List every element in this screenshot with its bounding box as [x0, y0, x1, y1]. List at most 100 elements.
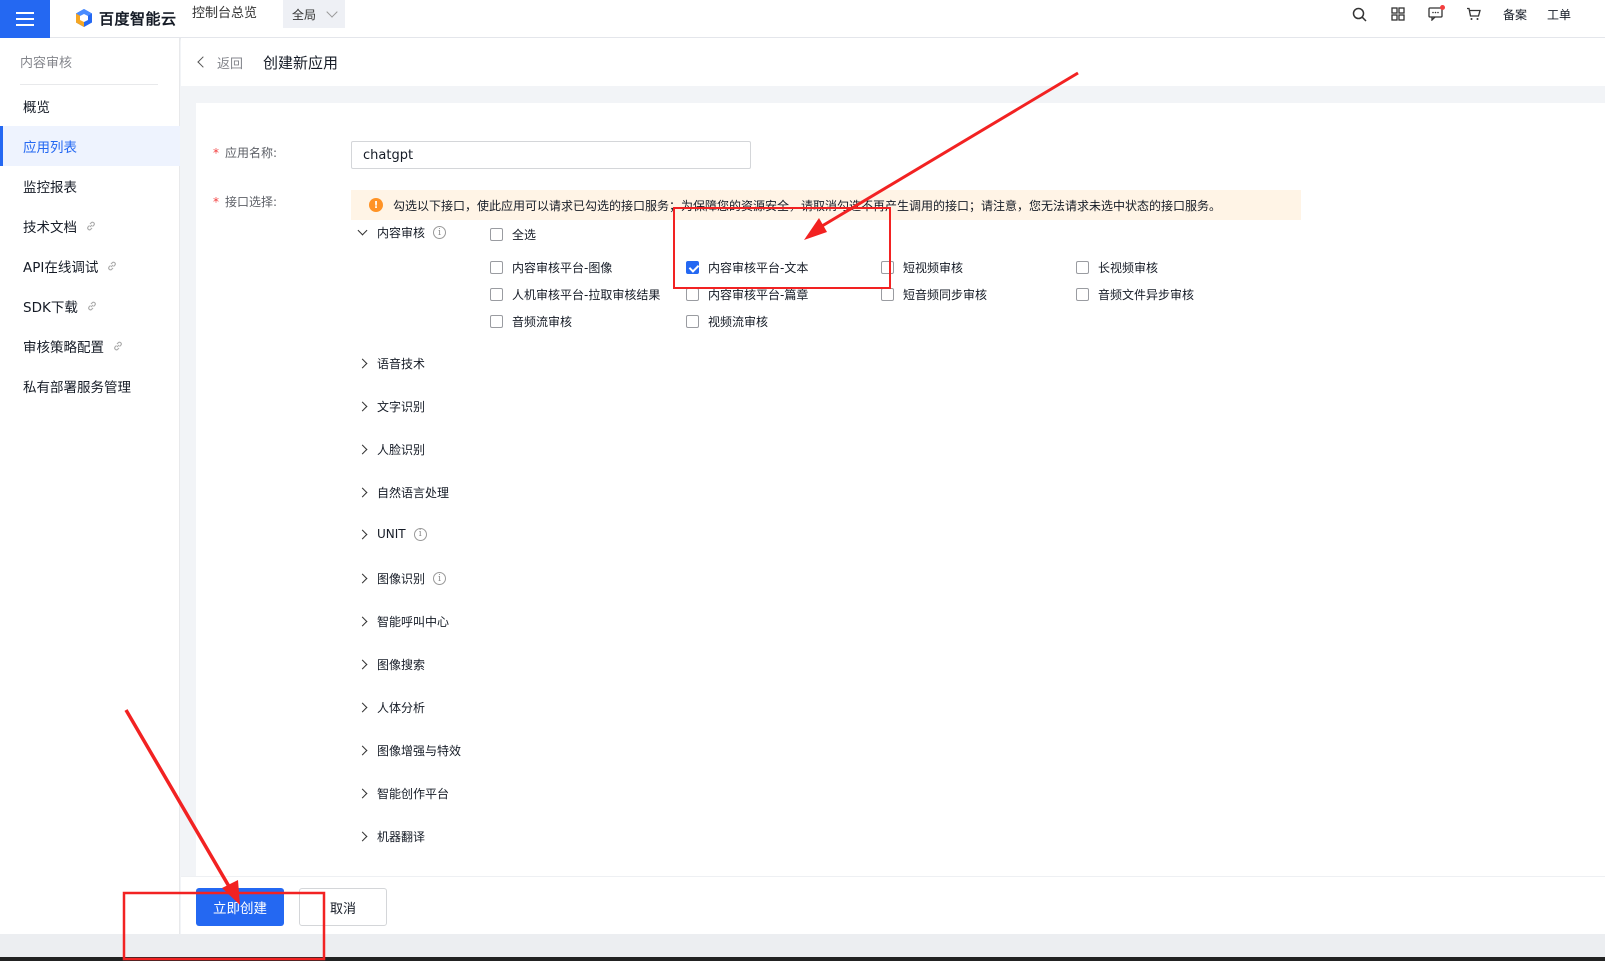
group-label: 内容审核	[377, 226, 426, 240]
sidebar-item-tech-docs[interactable]: 技术文档	[0, 206, 180, 246]
form-footer: 立即创建 取消	[181, 876, 1605, 934]
group-label: 智能呼叫中心	[377, 615, 450, 629]
chevron-right-icon	[357, 616, 368, 627]
sidebar-menu: 概览 应用列表 监控报表 技术文档 API在线调试 SDK下载 审核策略配置 私…	[0, 86, 180, 406]
option-checkbox[interactable]: 长视频审核	[1076, 259, 1158, 276]
option-checkbox[interactable]: 音频流审核	[490, 313, 572, 330]
checkbox[interactable]	[490, 261, 503, 274]
baidu-cloud-logo-icon	[76, 9, 92, 27]
checkbox[interactable]	[686, 315, 699, 328]
option-checkbox[interactable]: 内容审核平台-篇章	[686, 286, 808, 303]
sidebar-item-monitoring[interactable]: 监控报表	[0, 166, 180, 206]
ticket-link[interactable]: 工单	[1537, 0, 1605, 28]
info-icon[interactable]: i	[433, 572, 447, 585]
back-link[interactable]: 返回	[217, 53, 243, 72]
group-unit[interactable]: UNIT i	[357, 527, 427, 541]
group-speech[interactable]: 语音技术	[357, 355, 425, 372]
apps-grid-icon[interactable]	[1379, 0, 1417, 28]
chevron-right-icon	[357, 788, 368, 799]
sidebar-item-label: 监控报表	[23, 180, 77, 196]
group-nlp[interactable]: 自然语言处理	[357, 484, 449, 501]
group-content-moderation[interactable]: 内容审核 i	[357, 224, 447, 241]
taskbar-edge	[0, 957, 1605, 961]
group-body-analysis[interactable]: 人体分析	[357, 699, 425, 716]
group-image-search[interactable]: 图像搜索	[357, 656, 426, 673]
option-checkbox[interactable]: 短视频审核	[881, 259, 963, 276]
console-overview-link[interactable]: 控制台总览	[192, 0, 257, 28]
checkbox[interactable]	[490, 288, 503, 301]
checkbox[interactable]	[881, 261, 894, 274]
app-name-label: * 应用名称:	[213, 144, 277, 161]
sidebar-item-api-debug[interactable]: API在线调试	[0, 246, 180, 286]
search-icon[interactable]	[1341, 0, 1379, 28]
info-icon[interactable]: i	[433, 226, 447, 239]
checkbox[interactable]	[490, 228, 503, 241]
checkbox[interactable]	[1076, 261, 1089, 274]
logo-text: 百度智能云	[99, 9, 177, 28]
select-all-checkbox[interactable]: 全选	[490, 226, 536, 243]
create-app-form: * 应用名称: chatgpt * 接口选择: ! 勾选以下接口，使此应用可以请求已…	[196, 103, 1605, 901]
option-checkbox[interactable]: 音频文件异步审核	[1076, 286, 1194, 303]
group-image-recognition[interactable]: 图像识别 i	[357, 570, 447, 587]
beian-link[interactable]: 备案	[1493, 0, 1537, 28]
group-label: UNIT	[377, 527, 406, 541]
checkbox-checked[interactable]	[686, 261, 699, 274]
group-label: 图像搜索	[377, 658, 426, 672]
required-mark: *	[213, 195, 219, 209]
cart-icon[interactable]	[1455, 0, 1493, 28]
region-select[interactable]: 全局	[283, 0, 345, 28]
sidebar-item-policy-config[interactable]: 审核策略配置	[0, 326, 180, 366]
checkbox-label: 短视频审核	[903, 261, 964, 275]
checkbox-label: 音频流审核	[512, 315, 573, 329]
group-call-center[interactable]: 智能呼叫中心	[357, 613, 450, 630]
checkbox-label: 短音频同步审核	[903, 288, 988, 302]
app-name-input[interactable]: chatgpt	[351, 141, 751, 169]
group-ocr[interactable]: 文字识别	[357, 398, 425, 415]
chevron-down-icon	[357, 225, 368, 236]
chevron-left-icon[interactable]	[197, 56, 209, 68]
checkbox[interactable]	[1076, 288, 1089, 301]
create-now-button[interactable]: 立即创建	[196, 888, 284, 926]
checkbox-label: 音频文件异步审核	[1098, 288, 1195, 302]
message-icon[interactable]	[1417, 0, 1455, 28]
option-checkbox[interactable]: 内容审核平台-文本	[686, 259, 808, 276]
option-checkbox[interactable]: 人机审核平台-拉取审核结果	[490, 286, 660, 303]
notice-text: 勾选以下接口，使此应用可以请求已勾选的接口服务；为保障您的资源安全，请取消勾选不…	[393, 198, 1222, 213]
top-bar: 百度智能云 控制台总览 全局 备案 工单	[0, 0, 1605, 38]
sidebar-item-app-list[interactable]: 应用列表	[0, 126, 180, 166]
external-link-icon	[114, 341, 122, 351]
cancel-button[interactable]: 取消	[299, 888, 387, 926]
sidebar-item-label: 应用列表	[23, 140, 77, 156]
group-image-enhance[interactable]: 图像增强与特效	[357, 742, 462, 759]
group-label: 图像增强与特效	[377, 744, 462, 758]
content-header: 返回 创建新应用	[181, 38, 1605, 86]
logo[interactable]: 百度智能云	[74, 3, 177, 33]
option-checkbox[interactable]: 视频流审核	[686, 313, 768, 330]
group-creation-platform[interactable]: 智能创作平台	[357, 785, 449, 802]
top-toolbar: 备案 工单	[1341, 0, 1605, 28]
api-select-label-text: 接口选择:	[225, 195, 278, 209]
chevron-right-icon	[357, 444, 368, 455]
info-icon[interactable]: i	[413, 527, 427, 541]
chevron-right-icon	[357, 358, 368, 369]
group-face[interactable]: 人脸识别	[357, 441, 425, 458]
sidebar-item-overview[interactable]: 概览	[0, 86, 180, 126]
sidebar-item-private-deploy[interactable]: 私有部署服务管理	[0, 366, 180, 406]
chevron-right-icon	[357, 573, 368, 584]
warning-icon: !	[369, 198, 383, 212]
external-link-icon	[87, 221, 95, 231]
menu-icon[interactable]	[0, 0, 50, 38]
chevron-right-icon	[357, 745, 368, 756]
checkbox[interactable]	[686, 288, 699, 301]
checkbox-label: 内容审核平台-文本	[708, 261, 809, 275]
checkbox[interactable]	[881, 288, 894, 301]
checkbox[interactable]	[490, 315, 503, 328]
checkbox-label: 长视频审核	[1098, 261, 1159, 275]
option-checkbox[interactable]: 内容审核平台-图像	[490, 259, 612, 276]
option-checkbox[interactable]: 短音频同步审核	[881, 286, 987, 303]
page-title: 创建新应用	[263, 53, 339, 72]
group-translation[interactable]: 机器翻译	[357, 828, 425, 845]
sidebar-item-label: 技术文档	[23, 220, 77, 236]
checkbox-label: 内容审核平台-篇章	[708, 288, 809, 302]
sidebar-item-sdk-download[interactable]: SDK下载	[0, 286, 180, 326]
